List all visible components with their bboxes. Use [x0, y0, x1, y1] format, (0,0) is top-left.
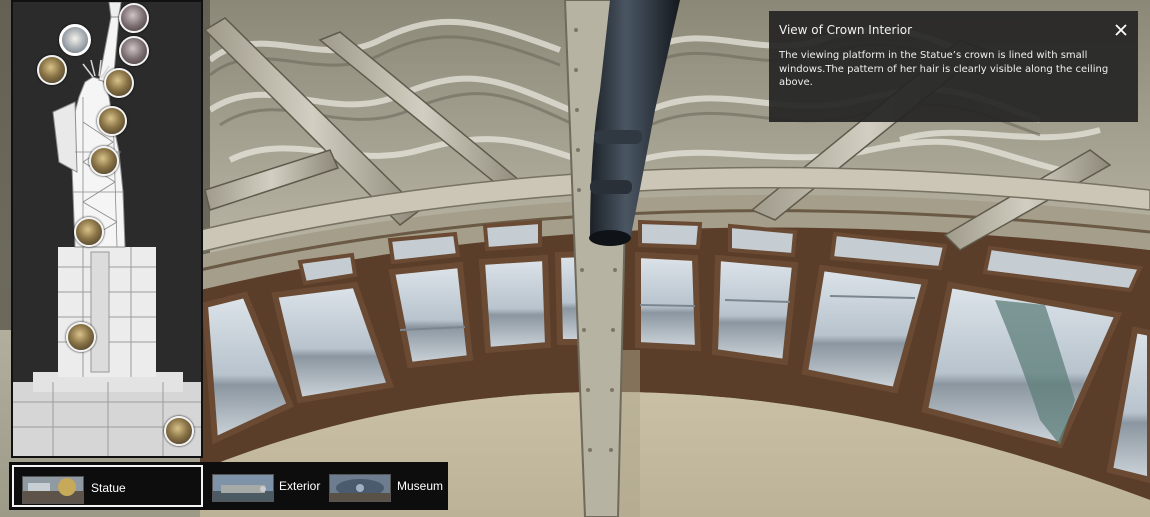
panorama-viewer[interactable]: View of Crown Interior The viewing platf…: [0, 0, 1150, 517]
statue-elevation-map: [11, 0, 203, 458]
hotspot-pedestal[interactable]: [66, 322, 96, 352]
hotspot-crown[interactable]: [59, 24, 91, 56]
tab-museum[interactable]: Museum: [326, 465, 446, 507]
hotspot-pedestal-top[interactable]: [74, 217, 104, 247]
tab-statue[interactable]: Statue: [12, 465, 203, 507]
hotspot-torch-arm[interactable]: [119, 36, 149, 66]
tab-exterior-label: Exterior: [279, 479, 321, 493]
section-tab-bar: Statue Exterior Museum: [9, 462, 448, 510]
hotspot-base[interactable]: [164, 416, 194, 446]
hotspot-head[interactable]: [37, 55, 67, 85]
info-panel: View of Crown Interior The viewing platf…: [769, 11, 1138, 122]
tab-statue-label: Statue: [91, 481, 126, 495]
info-description: The viewing platform in the Statue’s cro…: [779, 50, 1109, 88]
exterior-thumbnail-icon: [212, 474, 274, 502]
hotspot-upper-arm[interactable]: [104, 68, 134, 98]
hotspot-shoulder[interactable]: [97, 106, 127, 136]
tab-exterior[interactable]: Exterior: [207, 465, 323, 507]
museum-thumbnail-icon: [329, 474, 391, 502]
info-title: View of Crown Interior: [779, 23, 913, 37]
hotspot-torch[interactable]: [119, 3, 149, 33]
close-icon[interactable]: [1114, 22, 1128, 36]
tab-museum-label: Museum: [397, 479, 444, 493]
hotspot-body[interactable]: [89, 146, 119, 176]
statue-thumbnail-icon: [22, 476, 84, 504]
